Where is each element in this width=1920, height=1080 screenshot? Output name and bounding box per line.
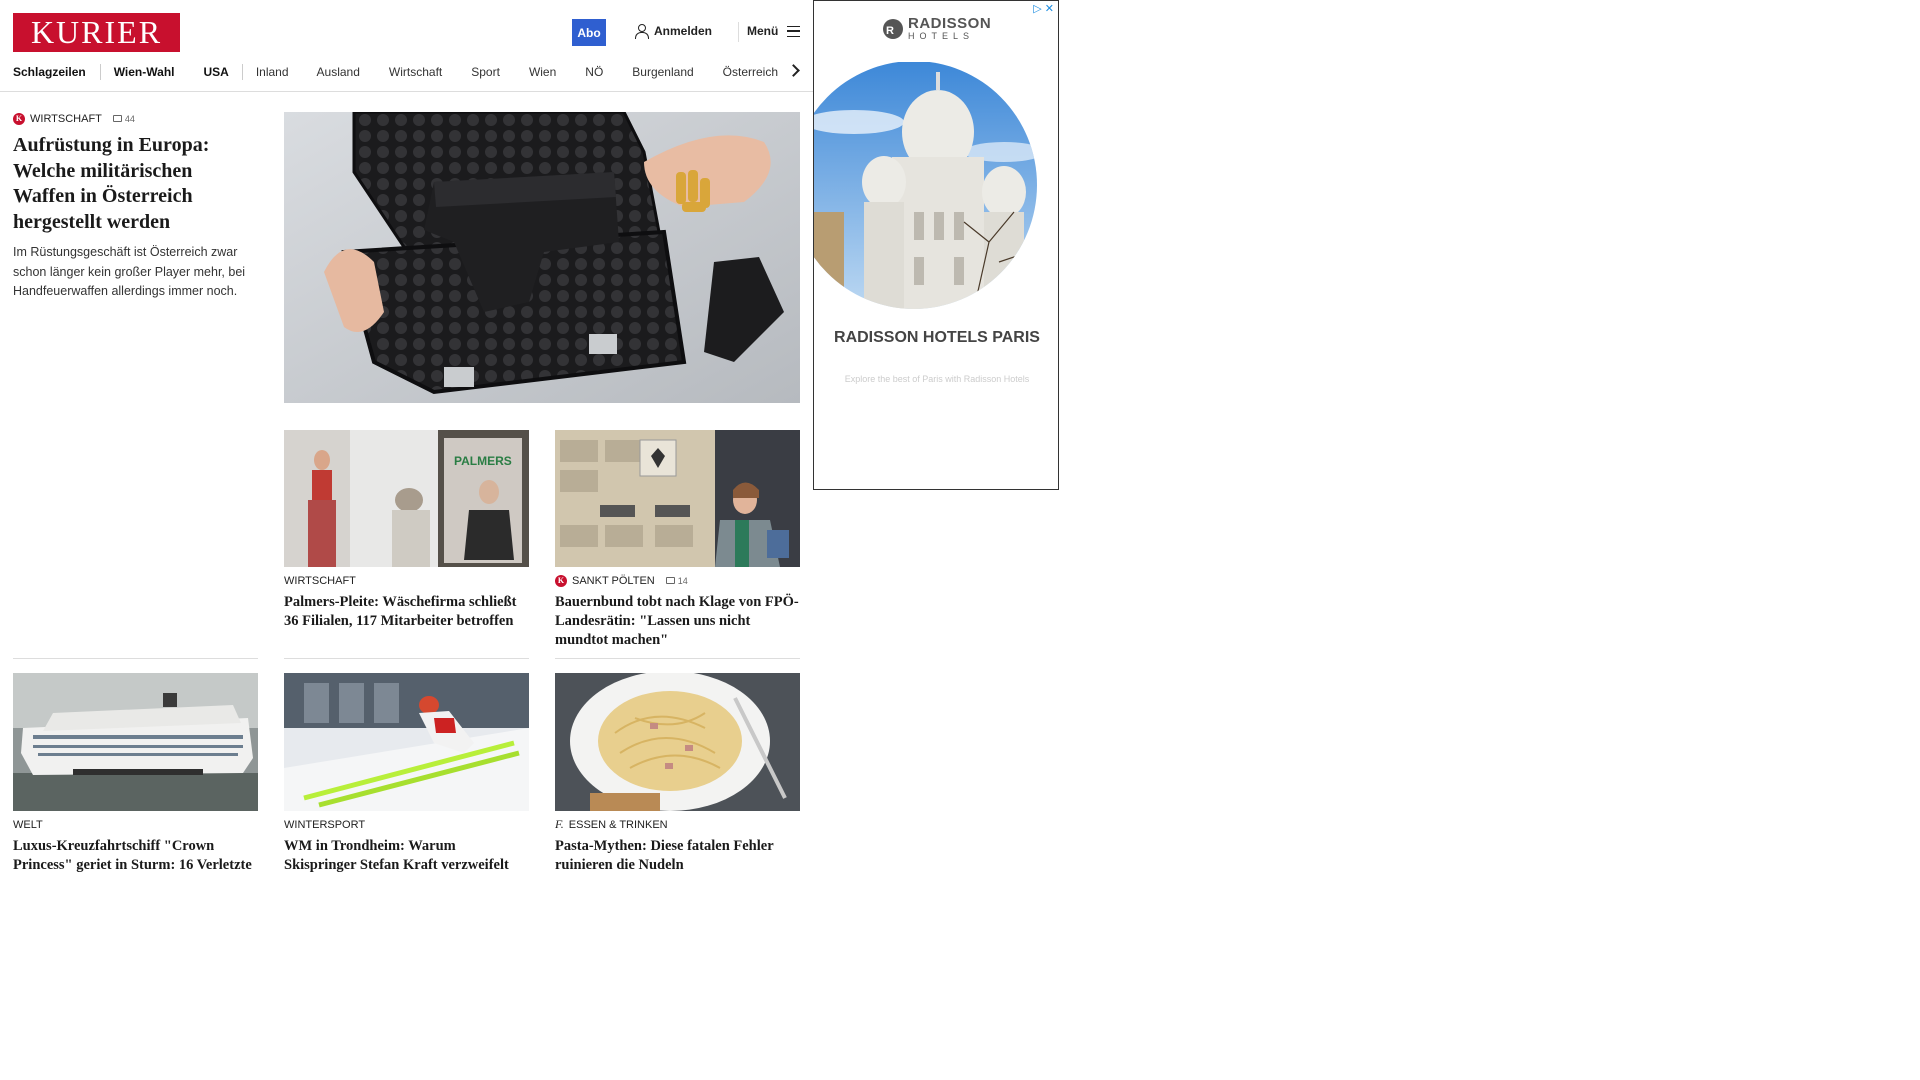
radisson-logo: R RADISSON HOTELS <box>882 16 991 42</box>
svg-text:R: R <box>886 25 894 37</box>
menu-label: Menü <box>747 24 779 38</box>
comment-icon <box>665 577 675 584</box>
hamburger-icon <box>787 25 801 37</box>
article-headline[interactable]: Palmers-Pleite: Wäschefirma schließt 36 … <box>284 593 529 631</box>
advertisement[interactable]: ▷ ✕ R RADISSON HOTELS RADISSON HOTELS PA… <box>813 0 1059 490</box>
nav-item-oesterreich[interactable]: Österreich <box>723 65 778 79</box>
nav-item-wien[interactable]: Wien <box>529 65 556 79</box>
login-label: Anmelden <box>654 24 713 38</box>
article-headline[interactable]: Bauernbund tobt nach Klage von FPÖ-Lande… <box>555 593 800 650</box>
rubric-label: ESSEN & TRINKEN <box>568 818 668 831</box>
ad-image[interactable] <box>814 62 1038 309</box>
nav-item-wirtschaft[interactable]: Wirtschaft <box>389 65 442 79</box>
ad-title[interactable]: RADISSON HOTELS PARIS <box>814 329 1060 346</box>
kurier-logo[interactable]: KURIER <box>13 13 180 52</box>
rubric-label: WINTERSPORT <box>284 818 366 831</box>
comment-icon <box>112 115 122 122</box>
article-headline[interactable]: Luxus-Kreuzfahrtschiff "Crown Princess" … <box>13 837 258 875</box>
svg-text:PALMERS: PALMERS <box>454 454 512 468</box>
article-rubric: WINTERSPORT <box>284 818 529 831</box>
abo-button[interactable]: Abo <box>572 19 606 46</box>
nav-item-ausland[interactable]: Ausland <box>317 65 360 79</box>
rubric-label: WIRTSCHAFT <box>284 574 356 587</box>
article-headline[interactable]: WM in Trondheim: Warum Skispringer Stefa… <box>284 837 529 875</box>
article-image[interactable] <box>13 673 258 811</box>
lead-teaser: Im Rüstungsgeschäft ist Österreich zwar … <box>13 245 246 298</box>
nav-item-usa[interactable]: USA <box>203 65 228 79</box>
article-rubric: K SANKT PÖLTEN 14 <box>555 574 800 587</box>
rubric-label: WIRTSCHAFT <box>30 112 102 125</box>
lead-headline[interactable]: Aufrüstung in Europa: Welche militärisch… <box>13 133 258 235</box>
nav-item-schlagzeilen[interactable]: Schlagzeilen <box>13 65 86 79</box>
comment-count-value: 14 <box>677 575 688 586</box>
food-icon: f. <box>555 817 564 831</box>
nav-item-wien-wahl[interactable]: Wien-Wahl <box>114 65 175 79</box>
rubric-label: SANKT PÖLTEN <box>572 574 655 587</box>
radisson-logo-icon: R <box>883 19 903 39</box>
menu-button[interactable]: Menü <box>747 24 801 38</box>
comment-count[interactable]: 44 <box>112 113 135 124</box>
nav-item-inland[interactable]: Inland <box>256 65 289 79</box>
article-rubric: WELT <box>13 818 258 831</box>
article-image[interactable] <box>284 673 529 811</box>
nav-item-noe[interactable]: NÖ <box>585 65 603 79</box>
ad-close-icon[interactable]: ▷ ✕ <box>1033 2 1054 15</box>
nav-divider <box>241 64 243 80</box>
section-nav: Schlagzeilen Wien-Wahl USA Inland Auslan… <box>13 62 778 82</box>
article-image[interactable]: PALMERS <box>284 430 529 567</box>
divider <box>284 658 529 659</box>
comment-count[interactable]: 14 <box>665 575 688 586</box>
article-rubric: K WIRTSCHAFT 44 <box>13 112 258 125</box>
article-rubric: f. ESSEN & TRINKEN <box>555 817 800 831</box>
user-icon <box>635 24 649 39</box>
divider <box>555 658 800 659</box>
divider <box>13 658 258 659</box>
rubric-label: WELT <box>13 818 43 831</box>
lead-article[interactable]: K WIRTSCHAFT 44 Aufrüstung in Europa: We… <box>13 112 258 302</box>
article-card[interactable]: WINTERSPORT WM in Trondheim: Warum Skisp… <box>284 818 529 875</box>
article-image[interactable] <box>555 673 800 811</box>
ad-brand: RADISSON <box>908 15 992 32</box>
article-card[interactable]: WELT Luxus-Kreuzfahrtschiff "Crown Princ… <box>13 818 258 875</box>
kurier-k-icon: K <box>13 112 25 125</box>
article-image[interactable] <box>555 430 800 567</box>
ad-brand-sub: HOTELS <box>908 31 975 41</box>
article-card[interactable]: f. ESSEN & TRINKEN Pasta-Mythen: Diese f… <box>555 817 800 875</box>
site-header: KURIER Abo Anmelden Menü Schlagzeilen Wi… <box>0 0 813 92</box>
nav-item-sport[interactable]: Sport <box>471 65 500 79</box>
ad-description: Explore the best of Paris with Radisson … <box>844 374 1030 384</box>
article-card[interactable]: WIRTSCHAFT Palmers-Pleite: Wäschefirma s… <box>284 574 529 631</box>
kurier-k-icon: K <box>555 574 567 587</box>
article-headline[interactable]: Pasta-Mythen: Diese fatalen Fehler ruini… <box>555 837 800 875</box>
nav-divider <box>99 64 101 80</box>
lead-image[interactable] <box>284 112 800 403</box>
divider <box>738 22 739 42</box>
nav-item-burgenland[interactable]: Burgenland <box>632 65 693 79</box>
chevron-right-icon[interactable] <box>789 63 799 79</box>
login-button[interactable]: Anmelden <box>635 24 713 39</box>
comment-count-value: 44 <box>124 113 135 124</box>
article-rubric: WIRTSCHAFT <box>284 574 529 587</box>
article-card[interactable]: K SANKT PÖLTEN 14 Bauernbund tobt nach K… <box>555 574 800 650</box>
